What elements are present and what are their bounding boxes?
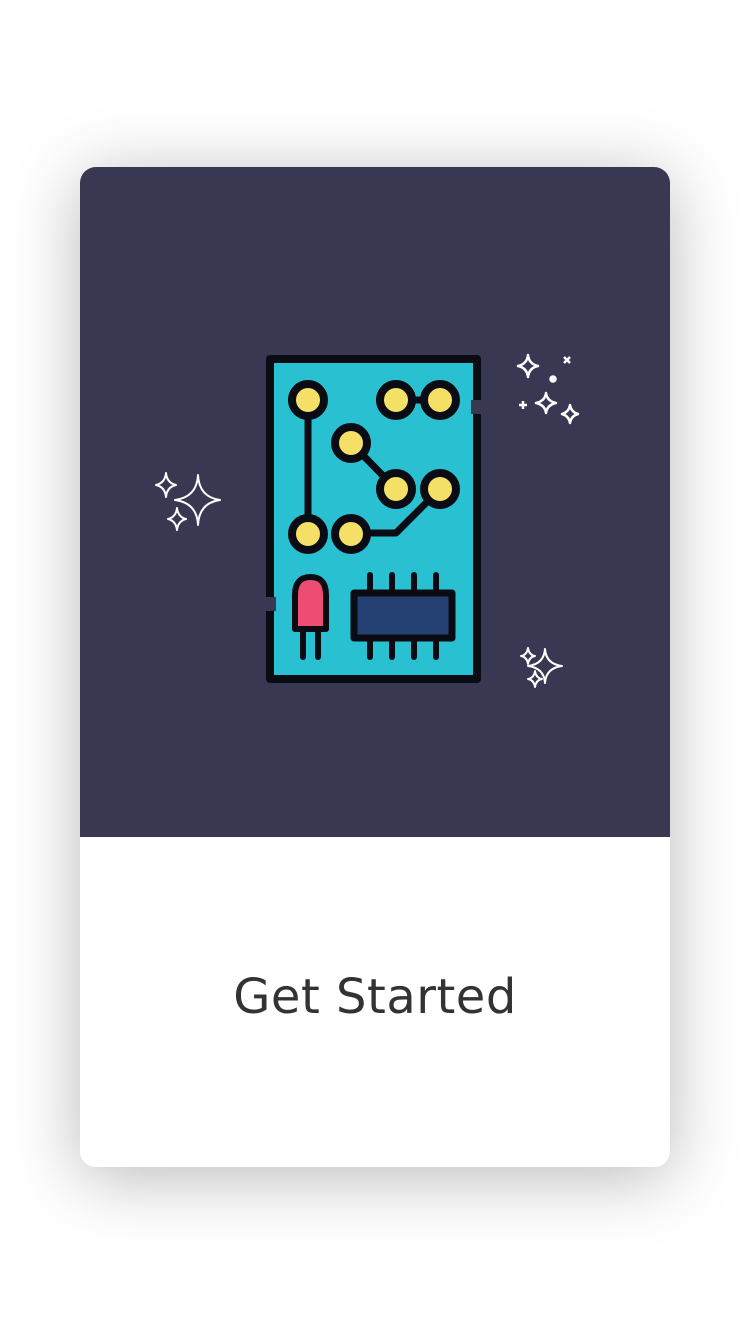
sparkle-icon [516,353,580,425]
sparkle-icon [520,647,563,688]
sparkle-icon [155,472,221,531]
circuit-board-icon [266,355,481,683]
get-started-button[interactable]: Get Started [213,959,537,1035]
hero-illustration [155,353,580,688]
hero-panel [80,167,670,837]
onboarding-card: Get Started [80,167,670,1167]
cta-area: Get Started [80,837,670,1167]
